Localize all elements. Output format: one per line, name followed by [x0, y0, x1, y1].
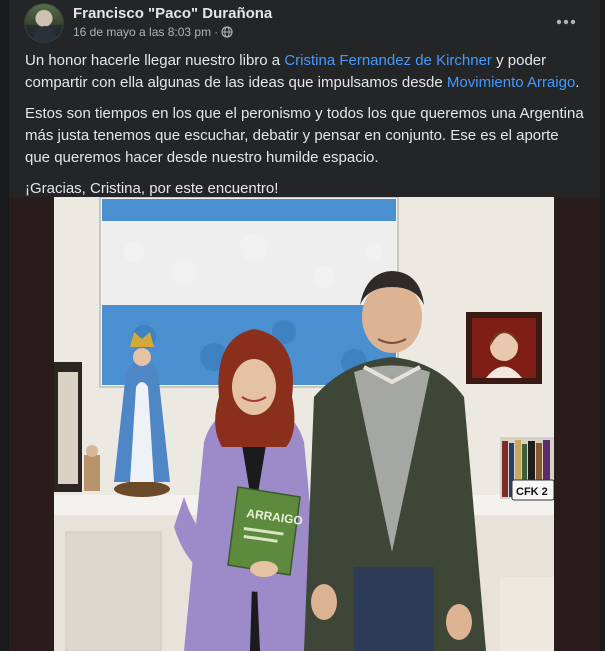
globe-icon[interactable]: [221, 26, 233, 38]
paragraph-1: Un honor hacerle llegar nuestro libro a …: [25, 50, 585, 94]
plate-text: CFK 2: [516, 486, 548, 498]
paragraph-2: Estos son tiempos en los que el peronism…: [25, 105, 584, 166]
facebook-post: Francisco "Paco" Durañona 16 de mayo a l…: [9, 0, 600, 651]
post-meta: 16 de mayo a las 8:03 pm ·: [73, 25, 233, 39]
post-photo[interactable]: CFK 2 ARRAIGO: [54, 197, 554, 651]
post-photo-container[interactable]: CFK 2 ARRAIGO: [9, 197, 600, 651]
photo-illustration: CFK 2 ARRAIGO: [54, 197, 554, 651]
meta-separator: ·: [214, 25, 219, 39]
mention-link-arraigo[interactable]: Movimiento Arraigo: [447, 74, 575, 91]
author-avatar[interactable]: [24, 3, 64, 43]
more-options-button[interactable]: [550, 6, 582, 38]
more-dots-icon: [556, 19, 576, 25]
post-header: Francisco "Paco" Durañona 16 de mayo a l…: [9, 0, 600, 46]
license-plate: CFK 2: [511, 479, 554, 501]
mention-link-cristina[interactable]: Cristina Fernandez de Kirchner: [284, 52, 492, 69]
text-span: Un honor hacerle llegar nuestro libro a: [25, 52, 285, 69]
portrait-painting: [466, 312, 542, 384]
author-name[interactable]: Francisco "Paco" Durañona: [73, 5, 272, 22]
text-span: .: [575, 74, 580, 91]
post-date[interactable]: 16 de mayo a las 8:03 pm: [73, 25, 211, 39]
post-text: Un honor hacerle llegar nuestro libro a …: [25, 50, 585, 209]
